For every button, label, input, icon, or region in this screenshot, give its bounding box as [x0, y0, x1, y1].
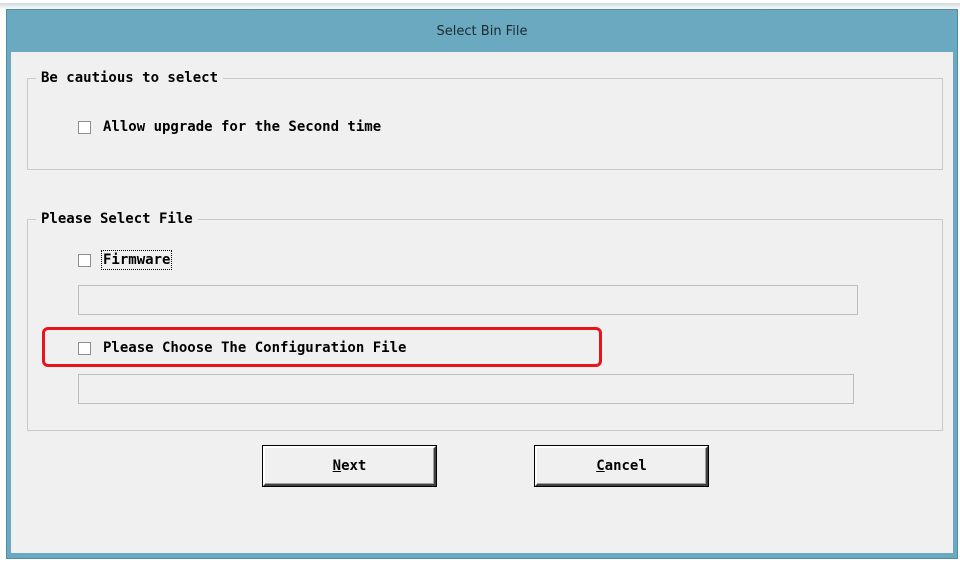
window-title: Select Bin File: [436, 23, 528, 39]
config-path-field[interactable]: [78, 374, 854, 404]
cancel-button[interactable]: Cancel: [535, 446, 708, 486]
firmware-checkbox-row[interactable]: Firmware: [78, 250, 173, 270]
caution-group-legend: Be cautious to select: [36, 69, 224, 87]
next-button[interactable]: Next: [263, 446, 436, 486]
config-checkbox[interactable]: [78, 341, 91, 355]
firmware-checkbox[interactable]: [78, 253, 91, 267]
allow-second-upgrade-label[interactable]: Allow upgrade for the Second time: [103, 119, 381, 135]
firmware-label[interactable]: Firmware: [100, 250, 173, 270]
dialog-window: Select Bin File Be cautious to select Al…: [6, 9, 958, 559]
allow-second-upgrade-checkbox-row[interactable]: Allow upgrade for the Second time: [78, 119, 381, 135]
config-label[interactable]: Please Choose The Configuration File: [103, 340, 406, 356]
allow-second-upgrade-checkbox[interactable]: [78, 120, 91, 134]
dialog-client-area: Be cautious to select Allow upgrade for …: [11, 52, 953, 553]
firmware-path-field[interactable]: [78, 285, 858, 315]
caution-group: Be cautious to select Allow upgrade for …: [27, 69, 943, 170]
title-bar[interactable]: Select Bin File: [7, 10, 957, 52]
file-select-group: Please Select File Firmware Please Choos…: [27, 210, 943, 431]
config-checkbox-row[interactable]: Please Choose The Configuration File: [78, 340, 406, 356]
file-select-group-legend: Please Select File: [36, 210, 198, 228]
